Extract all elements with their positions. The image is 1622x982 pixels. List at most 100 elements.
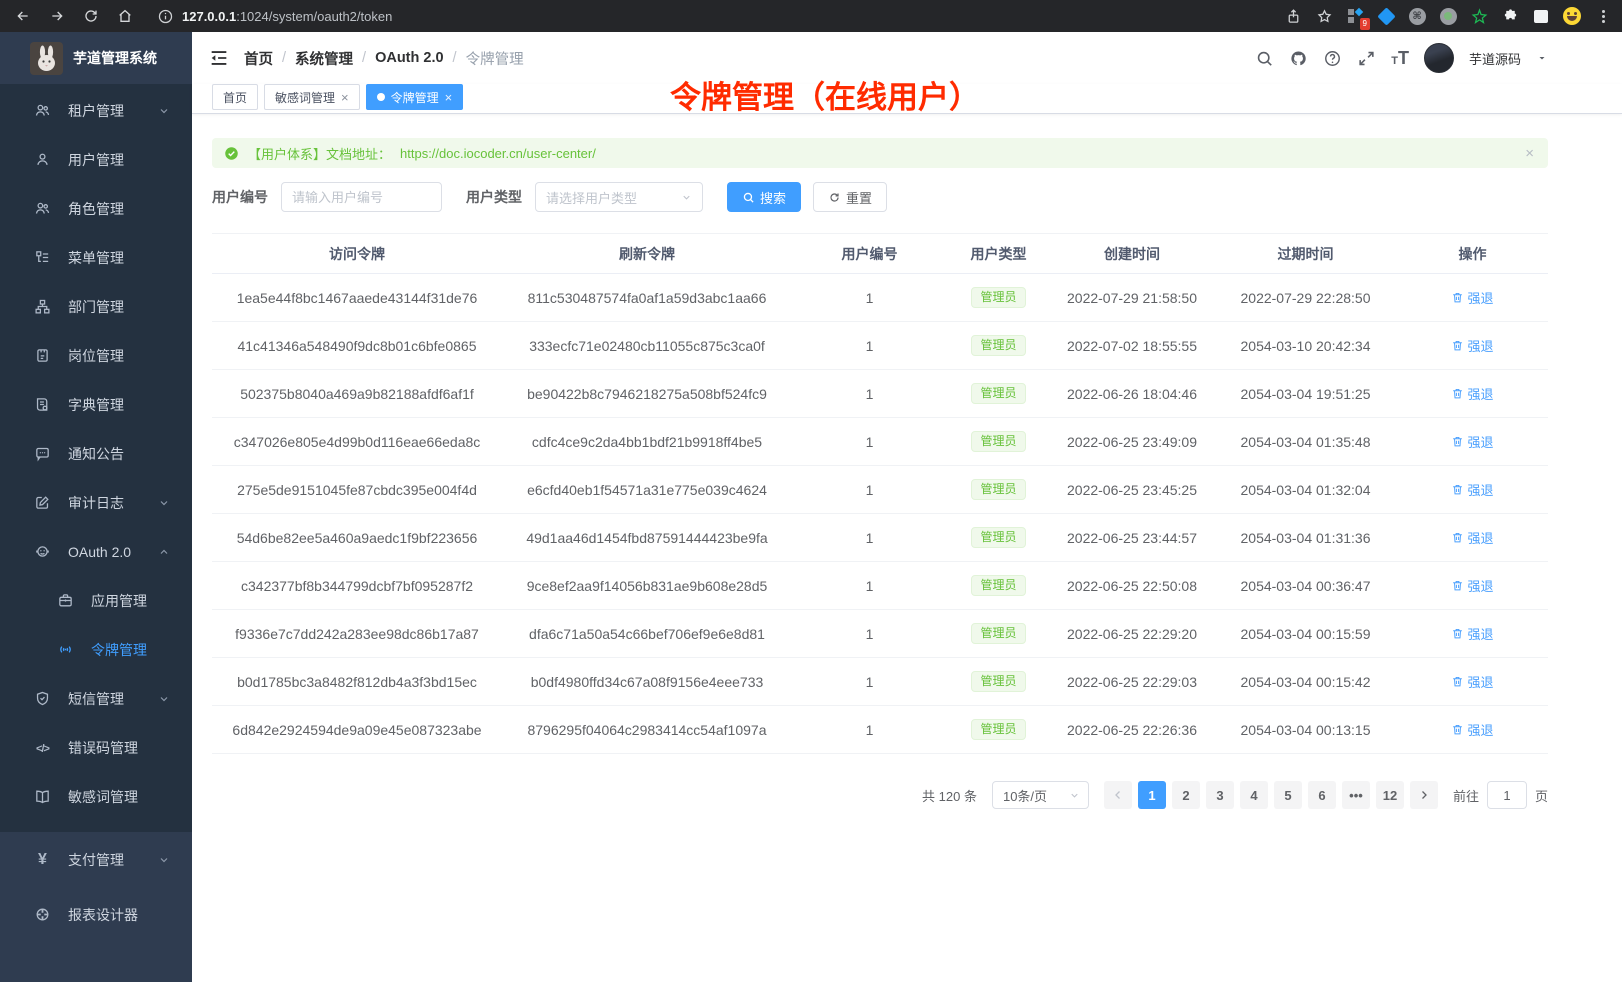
actions-cell: 强退: [1397, 480, 1548, 499]
force-logout-button[interactable]: 强退: [1451, 528, 1493, 547]
github-icon[interactable]: [1289, 49, 1308, 68]
page-button-5[interactable]: 5: [1274, 781, 1302, 809]
forward-icon[interactable]: [44, 3, 70, 29]
force-logout-label: 强退: [1467, 624, 1493, 643]
force-logout-button[interactable]: 强退: [1451, 576, 1493, 595]
access-token-cell: 6d842e2924594de9a09e45e087323abe: [212, 722, 502, 738]
address-bar[interactable]: 127.0.0.1:1024/system/oauth2/token: [156, 7, 1284, 25]
sidebar-item-dict[interactable]: 字典管理: [0, 380, 192, 429]
reset-button[interactable]: 重置: [813, 182, 887, 212]
breadcrumb-current: 令牌管理: [466, 48, 524, 69]
force-logout-button[interactable]: 强退: [1451, 672, 1493, 691]
browser-menu-icon[interactable]: [1594, 7, 1612, 25]
access-token-cell: c342377bf8b344799dcbf7bf095287f2: [212, 578, 502, 594]
table-row: 41c41346a548490f9dc8b01c6bfe0865 333ecfc…: [212, 322, 1548, 370]
sidebar-fold-icon[interactable]: [208, 47, 230, 69]
force-logout-button[interactable]: 强退: [1451, 432, 1493, 451]
search-button[interactable]: 搜索: [727, 182, 801, 212]
font-size-icon[interactable]: [1391, 49, 1409, 67]
force-logout-button[interactable]: 强退: [1451, 624, 1493, 643]
home-icon[interactable]: [112, 3, 138, 29]
breadcrumb-home[interactable]: 首页: [244, 48, 273, 69]
sidebar-item-sensitive-word[interactable]: 敏感词管理: [0, 772, 192, 821]
sidebar-item-role[interactable]: 角色管理: [0, 184, 192, 233]
user-id-cell: 1: [792, 674, 947, 690]
breadcrumb-oauth[interactable]: OAuth 2.0: [375, 50, 443, 66]
trash-icon: [1451, 339, 1464, 352]
refresh-token-cell: dfa6c71a50a54c66bef706ef9e6e8d81: [502, 626, 792, 642]
tab-sensitive-word[interactable]: 敏感词管理 ×: [264, 84, 360, 110]
back-icon[interactable]: [10, 3, 36, 29]
goto-page-input[interactable]: [1487, 781, 1527, 809]
sidebar-item-user[interactable]: 用户管理: [0, 135, 192, 184]
tab-close-icon[interactable]: ×: [341, 91, 349, 104]
tab-home[interactable]: 首页: [212, 84, 258, 110]
profile-avatar-icon[interactable]: [1563, 7, 1581, 25]
page-button-1[interactable]: 1: [1138, 781, 1166, 809]
force-logout-button[interactable]: 强退: [1451, 480, 1493, 499]
page-button-3[interactable]: 3: [1206, 781, 1234, 809]
user-avatar[interactable]: [1424, 43, 1454, 73]
user-type-badge: 管理员: [971, 383, 1025, 404]
sidebar-item-oauth-token[interactable]: 令牌管理: [0, 625, 192, 674]
force-logout-button[interactable]: 强退: [1451, 720, 1493, 739]
alert-close-icon[interactable]: ×: [1525, 146, 1534, 161]
sidebar-item-dept[interactable]: 部门管理: [0, 282, 192, 331]
record-extension-icon[interactable]: [1439, 7, 1457, 25]
page-size-value: 10条/页: [1003, 786, 1047, 805]
sidebar-item-report-designer[interactable]: 报表设计器: [0, 887, 192, 942]
chevron-down-icon: [681, 192, 692, 203]
prev-page-button[interactable]: [1104, 781, 1132, 809]
total-count: 共 120 条: [922, 786, 977, 805]
more-pages-button[interactable]: •••: [1342, 781, 1370, 809]
tab-close-icon[interactable]: ×: [445, 91, 453, 104]
breadcrumb-system[interactable]: 系统管理: [295, 48, 353, 69]
extension-grid-icon[interactable]: 9: [1346, 7, 1364, 25]
sidebar-item-tenant[interactable]: 租户管理: [0, 86, 192, 135]
username[interactable]: 芋道源码: [1469, 49, 1521, 68]
share-icon[interactable]: [1284, 7, 1302, 25]
gem-extension-icon[interactable]: [1377, 7, 1395, 25]
expire-time-cell: 2054-03-04 01:32:04: [1214, 482, 1397, 498]
force-logout-button[interactable]: 强退: [1451, 384, 1493, 403]
code-icon: [34, 739, 51, 756]
user-id-input[interactable]: [281, 182, 442, 212]
sidebar-item-pay[interactable]: 支付管理: [0, 832, 192, 887]
site-info-icon[interactable]: [156, 7, 174, 25]
app-logo[interactable]: 芋道管理系统: [0, 32, 192, 84]
next-page-button[interactable]: [1410, 781, 1438, 809]
puzzle-extension-icon[interactable]: [1501, 7, 1519, 25]
page-content: 【用户体系】文档地址： https://doc.iocoder.cn/user-…: [192, 114, 1622, 982]
force-logout-button[interactable]: 强退: [1451, 336, 1493, 355]
user-type-select[interactable]: 请选择用户类型: [535, 182, 703, 212]
user-type-cell: 管理员: [947, 383, 1050, 404]
alert-text: 【用户体系】文档地址：: [248, 144, 391, 163]
tab-token-mgmt[interactable]: 令牌管理 ×: [366, 84, 464, 110]
sidebar-item-oauth[interactable]: OAuth 2.0: [0, 527, 192, 576]
col-user-id: 用户编号: [792, 244, 947, 264]
page-button-4[interactable]: 4: [1240, 781, 1268, 809]
sidebar-item-menu-mgmt[interactable]: 菜单管理: [0, 233, 192, 282]
help-icon[interactable]: [1323, 49, 1342, 68]
shield-icon: [34, 690, 51, 707]
sidebar-item-notice[interactable]: 通知公告: [0, 429, 192, 478]
reload-icon[interactable]: [78, 3, 104, 29]
sidebar-item-audit-log[interactable]: 审计日志: [0, 478, 192, 527]
side-panel-icon[interactable]: [1532, 7, 1550, 25]
page-button-2[interactable]: 2: [1172, 781, 1200, 809]
sidebar-item-post[interactable]: 岗位管理: [0, 331, 192, 380]
green-star-extension-icon[interactable]: [1470, 7, 1488, 25]
command-extension-icon[interactable]: ⌘: [1408, 7, 1426, 25]
doc-link[interactable]: https://doc.iocoder.cn/user-center/: [400, 146, 596, 161]
sidebar-item-sms[interactable]: 短信管理: [0, 674, 192, 723]
bookmark-star-icon[interactable]: [1315, 7, 1333, 25]
search-icon[interactable]: [1255, 49, 1274, 68]
fullscreen-icon[interactable]: [1357, 49, 1376, 68]
page-button-12[interactable]: 12: [1376, 781, 1404, 809]
force-logout-button[interactable]: 强退: [1451, 288, 1493, 307]
page-size-select[interactable]: 10条/页: [992, 781, 1089, 809]
page-button-6[interactable]: 6: [1308, 781, 1336, 809]
sidebar-item-errcode[interactable]: 错误码管理: [0, 723, 192, 772]
sidebar-item-oauth-app[interactable]: 应用管理: [0, 576, 192, 625]
user-menu-caret-icon[interactable]: [1536, 52, 1548, 64]
